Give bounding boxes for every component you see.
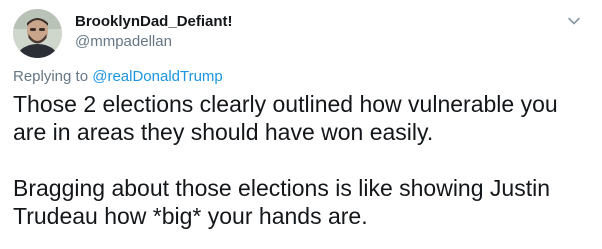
reply-context: Replying to @realDonaldTrump (13, 67, 223, 87)
reply-mention-link[interactable]: @realDonaldTrump (92, 68, 223, 85)
author-display-name[interactable]: BrooklynDad_Defiant! (75, 12, 233, 32)
avatar[interactable] (13, 9, 62, 58)
tweet-card: BrooklynDad_Defiant! @mmpadellan Replyin… (0, 0, 602, 249)
author-handle[interactable]: @mmpadellan (75, 32, 172, 52)
tweet-paragraph: Bragging about those elections is like s… (13, 175, 550, 229)
avatar-photo (13, 9, 62, 58)
tweet-text: Those 2 elections clearly outlined how v… (13, 90, 588, 230)
tweet-menu-button[interactable] (563, 10, 585, 32)
tweet-paragraph: Those 2 elections clearly outlined how v… (13, 91, 558, 145)
reply-context-prefix: Replying to (13, 68, 93, 85)
chevron-down-icon (568, 17, 580, 25)
